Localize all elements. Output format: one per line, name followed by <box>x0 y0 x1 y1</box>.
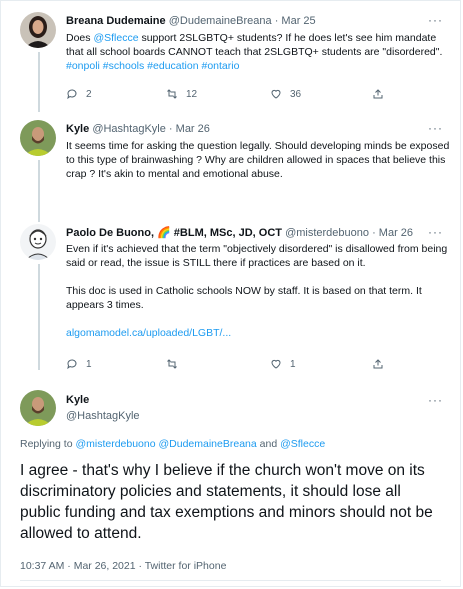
reply-count: 1 <box>86 358 92 370</box>
author-name[interactable]: Paolo De Buono, 🌈 #BLM, MSc, JD, OCT <box>66 227 282 239</box>
main-author-block: Kyle @HashtagKyle <box>66 393 140 423</box>
like-count: 36 <box>290 88 302 100</box>
tweet-date[interactable]: Mar 25 <box>281 15 315 27</box>
like-button[interactable]: 36 <box>270 88 301 100</box>
mention-misterdebuono[interactable]: @misterdebuono <box>75 438 155 450</box>
tweet-timestamp[interactable]: 10:37 AM · Mar 26, 2021 · Twitter for iP… <box>20 560 226 572</box>
avatar-paolo[interactable] <box>20 224 56 260</box>
more-options-icon[interactable]: ··· <box>428 225 443 239</box>
tweet-actions: 2 12 36 <box>66 88 396 102</box>
tweet-text: It seems time for asking the question le… <box>66 140 450 180</box>
retweet-icon <box>167 89 177 99</box>
thread-connector <box>38 264 40 370</box>
hashtag-schools[interactable]: #schools <box>103 60 144 72</box>
tweet-header: Kyle @HashtagKyle · Mar 26 <box>66 122 210 136</box>
tweet-text: Even if it's achieved that the term "obj… <box>66 242 451 340</box>
avatar-kyle-main[interactable] <box>20 390 56 426</box>
heart-icon <box>271 89 281 99</box>
thread-connector <box>38 52 40 112</box>
avatar-breana[interactable] <box>20 12 56 48</box>
share-button[interactable] <box>372 88 384 100</box>
mention-sflecce[interactable]: @Sflecce <box>93 32 138 44</box>
avatar-breana-image <box>20 12 56 48</box>
more-options-icon[interactable]: ··· <box>428 121 443 135</box>
divider <box>20 580 441 581</box>
share-button[interactable] <box>372 358 384 370</box>
avatar-paolo-image <box>20 224 56 260</box>
retweet-button[interactable]: 12 <box>166 88 197 100</box>
hashtag-ontario[interactable]: #ontario <box>201 60 239 72</box>
text-span: Does <box>66 32 94 44</box>
share-icon <box>373 89 383 99</box>
reply-icon <box>67 89 77 100</box>
tweet-date[interactable]: Mar 26 <box>379 227 413 239</box>
author-handle[interactable]: @HashtagKyle <box>92 123 166 135</box>
and-label: and <box>256 438 281 450</box>
avatar-kyle[interactable] <box>20 120 56 156</box>
retweet-count: 12 <box>186 88 198 100</box>
avatar-kyle-image <box>20 120 56 156</box>
reply-button[interactable]: 1 <box>66 358 92 370</box>
like-button[interactable]: 1 <box>270 358 296 370</box>
tweet-paragraph: This doc is used in Catholic schools NOW… <box>66 285 422 311</box>
mention-dudemainebreana[interactable]: @DudemaineBreana <box>159 438 257 450</box>
tweet-paragraph: Even if it's achieved that the term "obj… <box>66 243 448 269</box>
reply-count: 2 <box>86 88 92 100</box>
separator-dot: · <box>168 123 173 135</box>
author-handle[interactable]: @HashtagKyle <box>66 409 140 423</box>
hashtag-education[interactable]: #education <box>147 60 198 72</box>
share-icon <box>373 359 383 369</box>
replying-to: Replying to @misterdebuono @DudemaineBre… <box>20 438 325 450</box>
author-name[interactable]: Kyle <box>66 393 140 407</box>
author-name[interactable]: Kyle <box>66 123 89 135</box>
replying-to-label: Replying to <box>20 438 76 450</box>
tweet-date[interactable]: Mar 26 <box>176 123 210 135</box>
separator-dot: · <box>274 15 279 27</box>
author-name[interactable]: Breana Dudemaine <box>66 15 166 27</box>
more-options-icon[interactable]: ··· <box>428 13 443 27</box>
retweet-icon <box>167 359 177 369</box>
reply-icon <box>67 359 77 370</box>
more-options-icon[interactable]: ··· <box>428 393 443 407</box>
hashtag-onpoli[interactable]: #onpoli <box>66 60 100 72</box>
tweet-actions: 1 1 <box>66 358 396 372</box>
thread-connector <box>38 160 40 222</box>
heart-icon <box>271 359 281 369</box>
retweet-button[interactable] <box>166 358 178 370</box>
main-tweet-text: I agree - that's why I believe if the ch… <box>20 462 433 542</box>
separator-dot: · <box>372 227 376 239</box>
mention-sflecce[interactable]: @Sflecce <box>280 438 325 450</box>
author-handle[interactable]: @DudemaineBreana <box>169 15 272 27</box>
tweet-text: Does @Sflecce support 2SLGBTQ+ students?… <box>66 31 451 73</box>
like-count: 1 <box>290 358 296 370</box>
reply-button[interactable]: 2 <box>66 88 92 100</box>
tweet-header: Paolo De Buono, 🌈 #BLM, MSc, JD, OCT @mi… <box>66 226 413 240</box>
avatar-kyle-image <box>20 390 56 426</box>
tweet-link[interactable]: algomamodel.ca/uploaded/LGBT/... <box>66 326 451 340</box>
author-handle[interactable]: @misterdebuono <box>285 227 369 239</box>
tweet-header: Breana Dudemaine @DudemaineBreana · Mar … <box>66 14 316 28</box>
